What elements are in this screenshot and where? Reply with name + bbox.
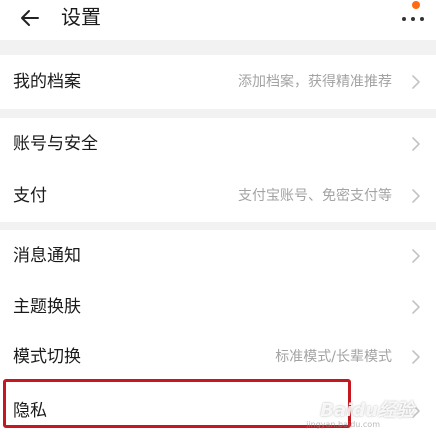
back-button[interactable] xyxy=(14,4,46,32)
settings-row-mode-switch[interactable]: 模式切换 标准模式/长辈模式 xyxy=(0,332,436,382)
row-label: 主题换肤 xyxy=(13,297,81,317)
row-value: 添加档案，获得精准推荐 xyxy=(238,74,392,90)
settings-row-theme[interactable]: 主题换肤 xyxy=(0,282,436,332)
settings-group-profile: 我的档案 添加档案，获得精准推荐 xyxy=(0,55,436,109)
row-label: 模式切换 xyxy=(13,347,81,367)
more-horizontal-icon xyxy=(402,17,406,21)
settings-row-payment[interactable]: 支付 支付宝账号、免密支付等 xyxy=(0,170,436,222)
settings-group-account: 账号与安全 支付 支付宝账号、免密支付等 xyxy=(0,118,436,222)
more-button[interactable] xyxy=(396,1,430,32)
row-label: 消息通知 xyxy=(13,246,81,266)
row-label: 账号与安全 xyxy=(13,134,98,154)
nav-header: 设置 xyxy=(0,0,436,40)
page-title: 设置 xyxy=(61,5,101,29)
row-label: 支付 xyxy=(13,186,47,206)
row-value: 支付宝账号、免密支付等 xyxy=(238,188,392,204)
chevron-right-icon xyxy=(412,75,420,89)
settings-row-notifications[interactable]: 消息通知 xyxy=(0,230,436,282)
settings-row-my-profile[interactable]: 我的档案 添加档案，获得精准推荐 xyxy=(0,55,436,109)
chevron-right-icon xyxy=(412,300,420,314)
watermark-url: jingyan.baidu.com xyxy=(306,420,380,429)
row-label: 我的档案 xyxy=(13,72,81,92)
arrow-left-icon xyxy=(21,10,39,26)
settings-row-account-security[interactable]: 账号与安全 xyxy=(0,118,436,170)
notification-dot xyxy=(412,1,420,9)
chevron-right-icon xyxy=(412,189,420,203)
chevron-right-icon xyxy=(412,249,420,263)
row-label: 隐私 xyxy=(13,400,47,421)
watermark-logo: Baidu经验 xyxy=(320,400,414,421)
row-value: 标准模式/长辈模式 xyxy=(275,349,392,365)
chevron-right-icon xyxy=(412,350,420,364)
chevron-right-icon xyxy=(412,137,420,151)
more-horizontal-icon-dot xyxy=(420,17,424,21)
more-horizontal-icon-dot xyxy=(411,17,415,21)
